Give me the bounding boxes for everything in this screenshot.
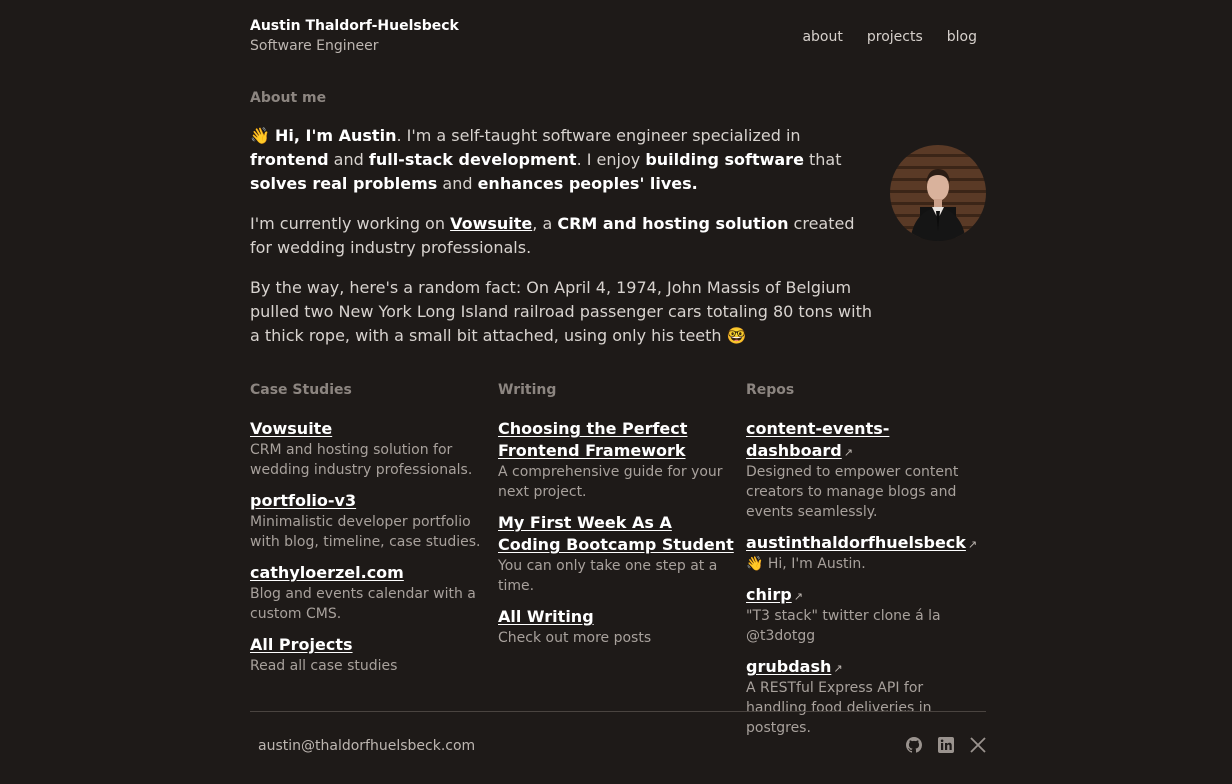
case-study-desc: CRM and hosting solution for wedding ind… (250, 442, 473, 478)
writing-desc: You can only take one step at a time. (498, 558, 718, 594)
all-projects-desc: Read all case studies (250, 658, 398, 674)
external-link-icon: ↗ (967, 538, 978, 551)
intro-bold-3: building software (645, 150, 804, 169)
about-heading: About me (250, 90, 327, 106)
repo-desc: Designed to empower content creators to … (746, 464, 959, 520)
intro-text-4: that (803, 150, 842, 169)
list-item: All Projects Read all case studies (250, 634, 490, 676)
avatar (890, 145, 986, 241)
x-icon[interactable] (970, 737, 986, 753)
list-item: grubdash ↗ A RESTful Express API for hand… (746, 656, 986, 738)
case-study-link[interactable]: portfolio-v3 (250, 491, 356, 510)
list-item: Vowsuite CRM and hosting solution for we… (250, 418, 490, 480)
work-bold-1: CRM and hosting solution (557, 214, 789, 233)
case-study-link[interactable]: Vowsuite (250, 419, 332, 438)
case-studies-heading: Case Studies (250, 382, 352, 398)
external-link-icon: ↗ (843, 446, 853, 459)
list-item: Choosing the Perfect Frontend Framework … (498, 418, 738, 502)
footer-divider (250, 711, 986, 712)
repo-link[interactable]: chirp (746, 585, 792, 604)
social-links (906, 737, 986, 753)
nav-projects[interactable]: projects (867, 29, 923, 45)
greeting: Hi, I'm Austin (275, 126, 397, 145)
case-study-desc: Blog and events calendar with a custom C… (250, 586, 476, 622)
linkedin-icon[interactable] (938, 737, 954, 753)
list-item: My First Week As A Coding Bootcamp Stude… (498, 512, 738, 596)
nav-about[interactable]: about (802, 29, 842, 45)
all-projects-link[interactable]: All Projects (250, 635, 353, 654)
site-header: Austin Thaldorf-Huelsbeck Software Engin… (250, 16, 986, 60)
about-section: 👋 Hi, I'm Austin. I'm a self-taught soft… (250, 124, 880, 364)
site-role: Software Engineer (250, 38, 379, 54)
repo-link[interactable]: grubdash (746, 657, 831, 676)
intro-bold-2: full-stack development (368, 150, 577, 169)
work-text-2: , a (532, 214, 558, 233)
case-study-link[interactable]: cathyloerzel.com (250, 563, 404, 582)
repos-column: Repos content-events-dashboard ↗ Designed… (746, 382, 986, 748)
intro-text-3: . I enjoy (576, 150, 646, 169)
about-current-work: I'm currently working on Vowsuite, a CRM… (250, 212, 880, 260)
wave-emoji: 👋 (250, 126, 270, 145)
writing-column: Writing Choosing the Perfect Frontend Fr… (498, 382, 738, 658)
intro-bold-1: frontend (250, 150, 329, 169)
writing-link[interactable]: My First Week As A Coding Bootcamp Stude… (498, 513, 734, 554)
github-icon[interactable] (906, 737, 922, 753)
list-item: content-events-dashboard ↗ Designed to em… (746, 418, 986, 522)
fact-text: By the way, here's a random fact: On Apr… (250, 278, 872, 345)
repo-link[interactable]: content-events-dashboard (746, 419, 889, 460)
list-item: austinthaldorfhuelsbeck ↗ 👋 Hi, I'm Austi… (746, 532, 986, 574)
about-intro: 👋 Hi, I'm Austin. I'm a self-taught soft… (250, 124, 880, 196)
all-writing-link[interactable]: All Writing (498, 607, 594, 626)
main-nav: about projects blog (802, 29, 977, 45)
external-link-icon: ↗ (833, 662, 843, 675)
list-item: chirp ↗ "T3 stack" twitter clone á la @t3… (746, 584, 986, 646)
repo-desc: 👋 Hi, I'm Austin. (746, 556, 866, 572)
writing-heading: Writing (498, 382, 557, 398)
case-study-desc: Minimalistic developer portfolio with bl… (250, 514, 481, 550)
work-text-1: I'm currently working on (250, 214, 451, 233)
repo-desc: A RESTful Express API for handling food … (746, 680, 932, 736)
repo-desc: "T3 stack" twitter clone á la @t3dotgg (746, 608, 941, 644)
list-item: portfolio-v3 Minimalistic developer port… (250, 490, 490, 552)
writing-link[interactable]: Choosing the Perfect Frontend Framework (498, 419, 687, 460)
intro-bold-4: solves real problems (250, 174, 438, 193)
repos-heading: Repos (746, 382, 795, 398)
about-random-fact: By the way, here's a random fact: On Apr… (250, 276, 880, 348)
intro-bold-5: enhances peoples' lives. (477, 174, 698, 193)
list-item: cathyloerzel.com Blog and events calenda… (250, 562, 490, 624)
intro-text-5: and (437, 174, 478, 193)
nav-blog[interactable]: blog (947, 29, 977, 45)
site-name[interactable]: Austin Thaldorf-Huelsbeck (250, 18, 459, 34)
case-studies-column: Case Studies Vowsuite CRM and hosting so… (250, 382, 490, 686)
intro-text-1: . I'm a self-taught software engineer sp… (396, 126, 801, 145)
external-link-icon: ↗ (793, 590, 803, 603)
vowsuite-link[interactable]: Vowsuite (450, 214, 532, 233)
nerd-emoji: 🤓 (726, 326, 747, 345)
intro-text-2: and (328, 150, 369, 169)
email-link[interactable]: austin@thaldorfhuelsbeck.com (258, 738, 475, 754)
repo-link[interactable]: austinthaldorfhuelsbeck (746, 533, 966, 552)
all-writing-desc: Check out more posts (498, 630, 652, 646)
list-item: All Writing Check out more posts (498, 606, 738, 648)
writing-desc: A comprehensive guide for your next proj… (498, 464, 723, 500)
